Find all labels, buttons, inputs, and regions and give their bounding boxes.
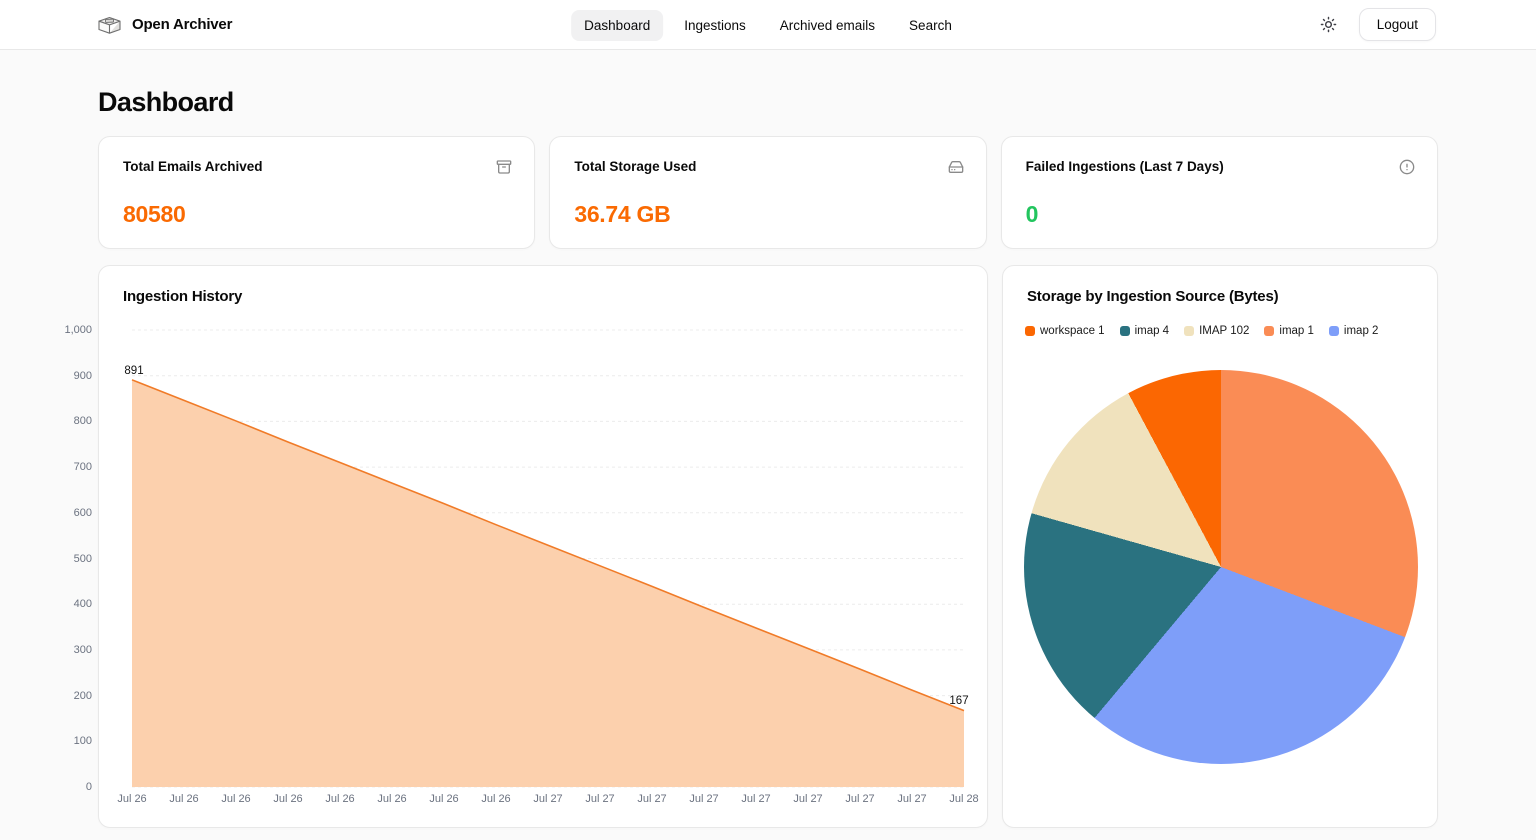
legend-item[interactable]: imap 4	[1120, 325, 1170, 337]
y-tick-label: 400	[74, 598, 92, 610]
x-tick-label: Jul 26	[221, 793, 250, 805]
logout-button[interactable]: Logout	[1359, 8, 1436, 41]
y-tick-label: 0	[86, 781, 92, 793]
stat-card-failed-ingestions: Failed Ingestions (Last 7 Days) 0	[1001, 136, 1438, 249]
theme-toggle-sun-icon[interactable]	[1320, 16, 1337, 33]
legend-label: imap 2	[1344, 325, 1379, 337]
legend-swatch	[1120, 326, 1130, 336]
stat-label: Total Storage Used	[574, 159, 961, 174]
x-tick-label: Jul 27	[845, 793, 874, 805]
y-axis-labels: 01002003004005006007008009001,000	[66, 330, 92, 787]
alert-circle-icon	[1399, 159, 1415, 180]
nav-item-ingestions[interactable]: Ingestions	[671, 10, 759, 41]
y-tick-label: 300	[74, 644, 92, 656]
x-tick-label: Jul 26	[117, 793, 146, 805]
legend-swatch	[1329, 326, 1339, 336]
x-tick-label: Jul 26	[377, 793, 406, 805]
x-tick-label: Jul 27	[689, 793, 718, 805]
data-label-last: 167	[949, 695, 968, 709]
area-chart-svg	[132, 330, 964, 787]
x-tick-label: Jul 27	[585, 793, 614, 805]
nav-item-search[interactable]: Search	[896, 10, 965, 41]
legend-label: imap 4	[1135, 325, 1170, 337]
data-label-first: 891	[124, 365, 143, 379]
stat-card-total-emails: Total Emails Archived 80580	[98, 136, 535, 249]
x-tick-label: Jul 27	[741, 793, 770, 805]
legend-swatch	[1184, 326, 1194, 336]
legend-item[interactable]: imap 1	[1264, 325, 1314, 337]
main-nav: Dashboard Ingestions Archived emails Sea…	[571, 0, 965, 50]
pie-legend: workspace 1 imap 4 IMAP 102 imap 1 imap …	[1003, 305, 1437, 337]
legend-item[interactable]: imap 2	[1329, 325, 1379, 337]
x-tick-label: Jul 28	[949, 793, 978, 805]
x-tick-label: Jul 26	[273, 793, 302, 805]
legend-item[interactable]: workspace 1	[1025, 325, 1105, 337]
x-tick-label: Jul 26	[481, 793, 510, 805]
stat-value: 0	[1026, 201, 1413, 228]
x-tick-label: Jul 26	[169, 793, 198, 805]
charts-row: Ingestion History 0100200300400500600700…	[98, 265, 1438, 828]
legend-label: workspace 1	[1040, 325, 1105, 337]
main-content: Dashboard Total Emails Archived 80580 To…	[98, 87, 1438, 828]
stat-value: 36.74 GB	[574, 201, 961, 228]
brand[interactable]: Open Archiver	[96, 13, 232, 36]
y-tick-label: 200	[74, 690, 92, 702]
x-tick-label: Jul 27	[637, 793, 666, 805]
legend-item[interactable]: IMAP 102	[1184, 325, 1249, 337]
y-tick-label: 700	[74, 461, 92, 473]
hard-drive-icon	[948, 159, 964, 180]
stat-card-total-storage: Total Storage Used 36.74 GB	[549, 136, 986, 249]
x-tick-label: Jul 27	[793, 793, 822, 805]
archive-box-logo-icon	[96, 13, 123, 36]
x-tick-label: Jul 26	[429, 793, 458, 805]
y-tick-label: 600	[74, 507, 92, 519]
stats-row: Total Emails Archived 80580 Total Storag…	[98, 136, 1438, 249]
chart-title: Storage by Ingestion Source (Bytes)	[1003, 266, 1437, 305]
x-tick-label: Jul 27	[897, 793, 926, 805]
storage-by-source-chart-card: Storage by Ingestion Source (Bytes) work…	[1002, 265, 1438, 828]
chart-title: Ingestion History	[99, 266, 987, 305]
legend-label: IMAP 102	[1199, 325, 1249, 337]
y-tick-label: 900	[74, 370, 92, 382]
x-tick-label: Jul 26	[325, 793, 354, 805]
pie-chart[interactable]	[1024, 370, 1418, 764]
stat-label: Failed Ingestions (Last 7 Days)	[1026, 159, 1413, 174]
legend-label: imap 1	[1279, 325, 1314, 337]
stat-value: 80580	[123, 201, 510, 228]
legend-swatch	[1264, 326, 1274, 336]
nav-item-archived-emails[interactable]: Archived emails	[767, 10, 888, 41]
x-tick-label: Jul 27	[533, 793, 562, 805]
y-tick-label: 800	[74, 415, 92, 427]
top-bar: Open Archiver Dashboard Ingestions Archi…	[0, 0, 1536, 50]
page-title: Dashboard	[98, 87, 1438, 118]
archive-icon	[496, 159, 512, 180]
ingestion-history-chart-card: Ingestion History 0100200300400500600700…	[98, 265, 988, 828]
nav-item-dashboard[interactable]: Dashboard	[571, 10, 663, 41]
stat-label: Total Emails Archived	[123, 159, 510, 174]
area-chart-plot[interactable]: 891 167	[132, 330, 964, 787]
legend-swatch	[1025, 326, 1035, 336]
y-tick-label: 500	[74, 553, 92, 565]
y-tick-label: 100	[74, 735, 92, 747]
y-tick-label: 1,000	[64, 324, 92, 336]
brand-name: Open Archiver	[132, 16, 232, 33]
